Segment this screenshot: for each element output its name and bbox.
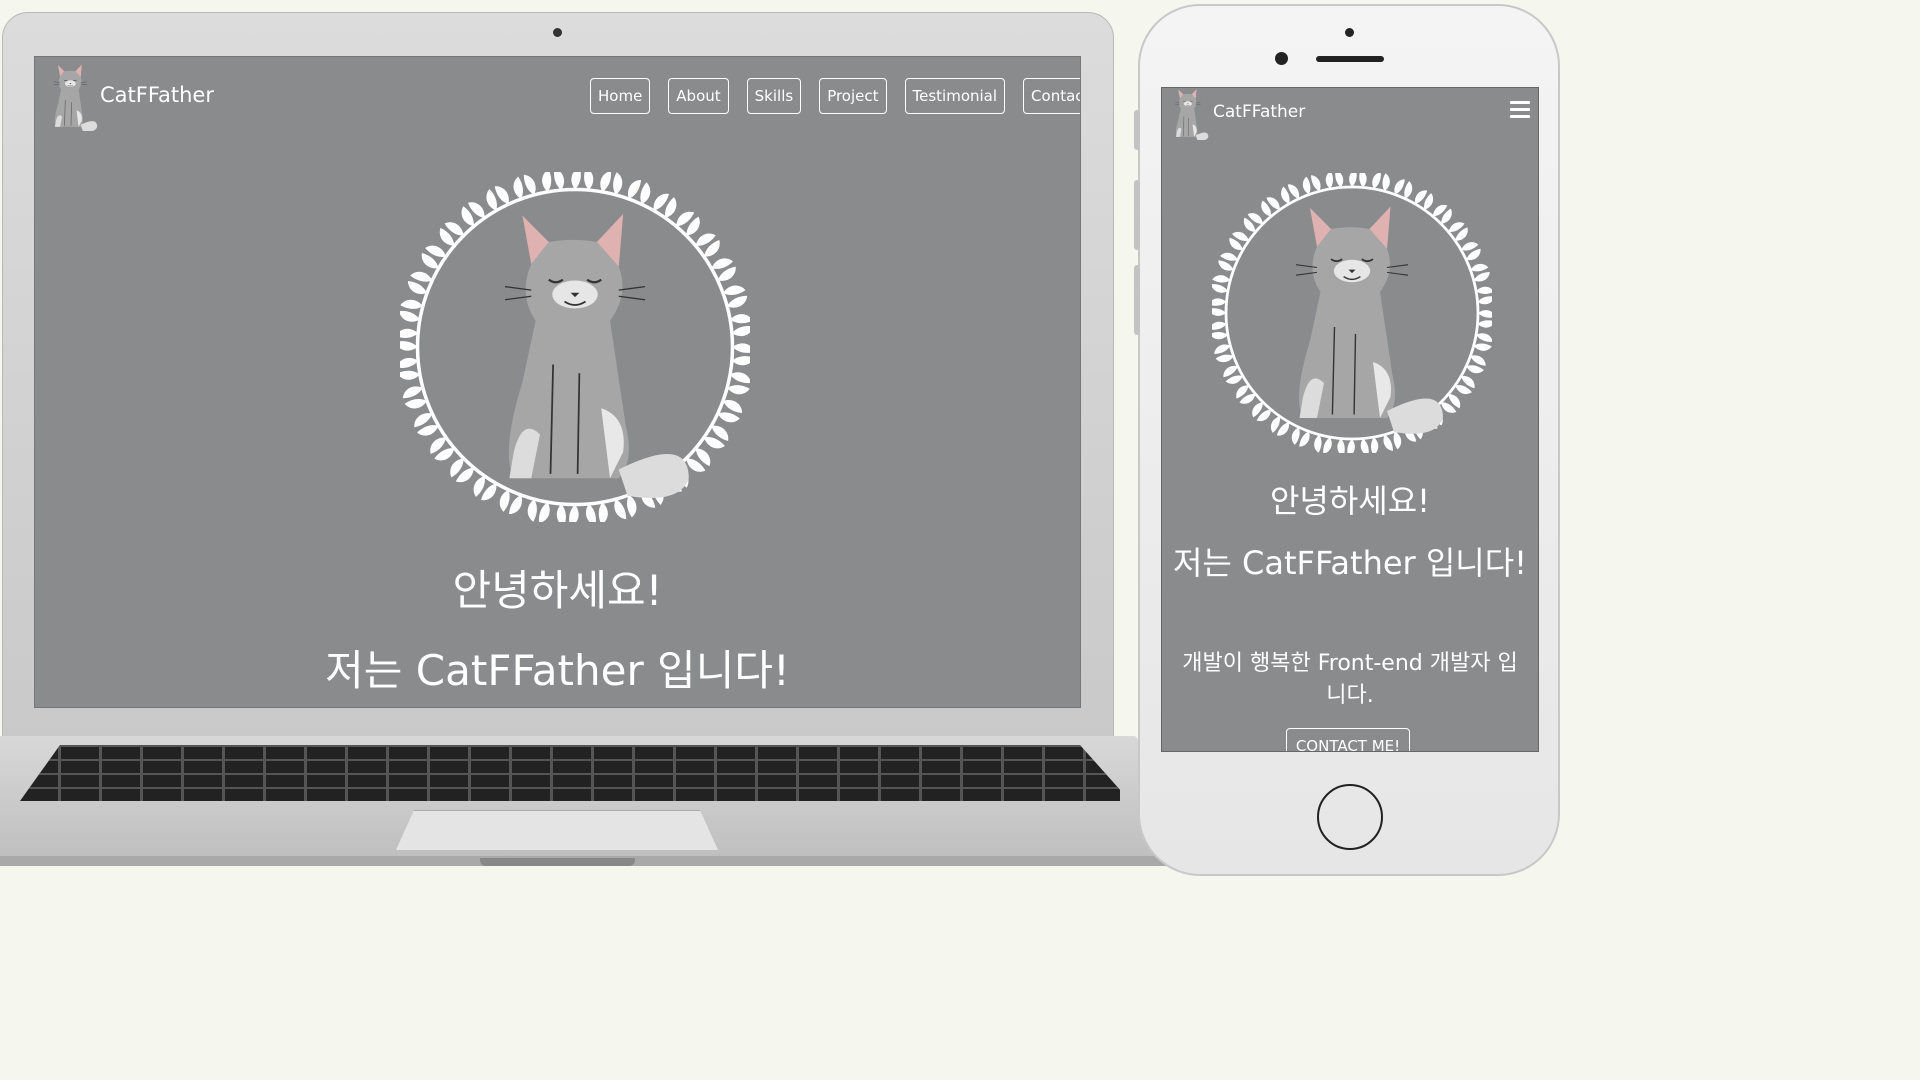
site-brand[interactable]: CatFFather (100, 83, 214, 107)
phone-volume-up (1134, 180, 1140, 250)
cat-logo-icon[interactable] (1169, 88, 1213, 140)
nav-testimonial[interactable]: Testimonial (904, 78, 1006, 114)
nav-skills[interactable]: Skills (746, 78, 802, 114)
phone-camera (1275, 52, 1288, 65)
mobile-greeting-heading: 안녕하세요! (1269, 482, 1431, 520)
intro-heading: 저는 CatFFather 입니다! (325, 646, 790, 695)
laptop-trackpad (396, 810, 718, 850)
phone-volume-down (1134, 265, 1140, 335)
laptop-keyboard-rows (20, 745, 1120, 801)
cat-logo-icon[interactable] (47, 63, 102, 131)
phone-speaker (1316, 56, 1384, 62)
nav-home[interactable]: Home (590, 78, 651, 114)
laptop-notch (480, 858, 635, 866)
nav-about[interactable]: About (668, 78, 729, 114)
laptop-screen: CatFFather Home About Skills Project Tes… (34, 56, 1081, 708)
mobile-description: 개발이 행복한 Front-end 개발자 입니다. (1182, 651, 1518, 708)
nav-contact[interactable]: Contac (1023, 78, 1080, 114)
phone-screen: CatFFather 안녕하세요! 저는 CatFFather 입니다! 개발이… (1161, 87, 1539, 752)
hamburger-menu-icon[interactable] (1510, 101, 1530, 119)
laptop-camera (553, 28, 562, 37)
mobile-site-brand[interactable]: CatFFather (1213, 102, 1305, 122)
phone-mute-switch (1134, 110, 1140, 150)
nav-bar: Home About Skills Project Testimonial Co… (590, 78, 1080, 114)
greeting-heading: 안녕하세요! (452, 566, 663, 615)
contact-me-button[interactable]: CONTACT ME! (1286, 728, 1410, 751)
cat-wreath-illustration (1212, 173, 1492, 453)
nav-project[interactable]: Project (819, 78, 887, 114)
mobile-intro-heading: 저는 CatFFather 입니다! (1172, 544, 1528, 582)
phone-sensor (1345, 28, 1354, 37)
cat-wreath-illustration (400, 172, 750, 522)
phone-home-button[interactable] (1317, 784, 1383, 850)
